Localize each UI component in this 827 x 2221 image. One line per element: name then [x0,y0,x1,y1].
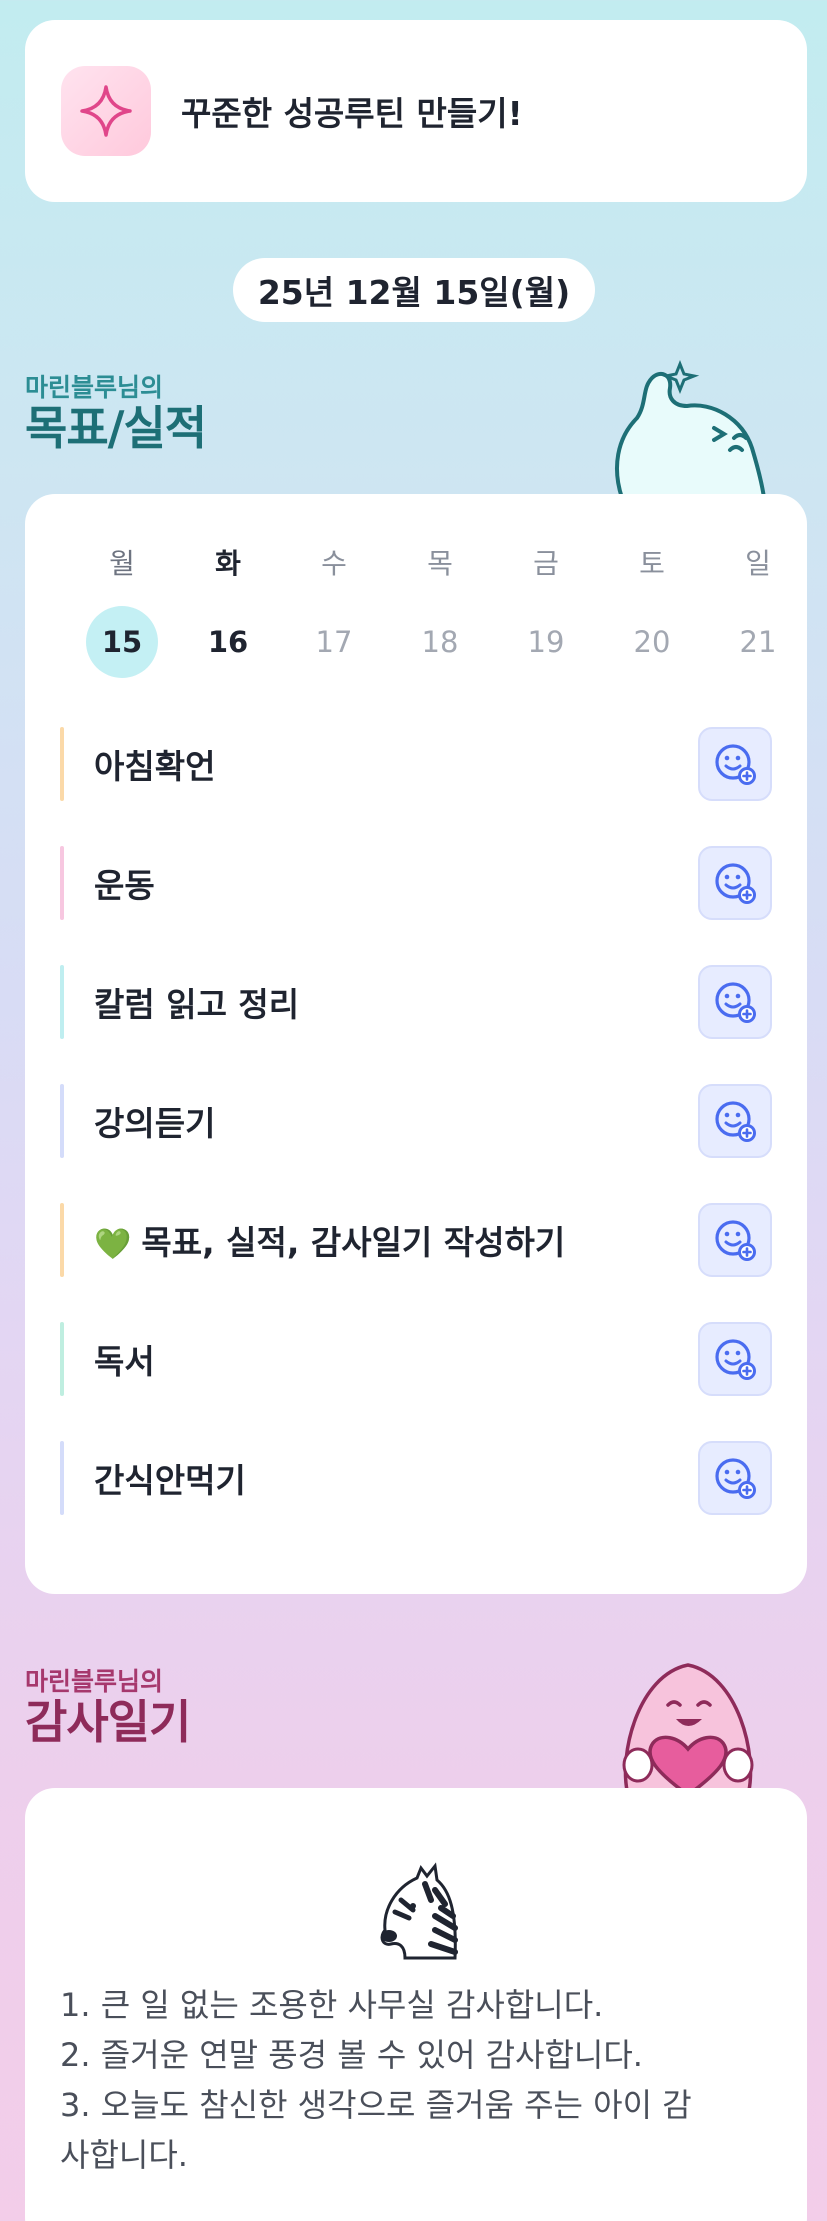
gratitude-card: 1. 큰 일 없는 조용한 사무실 감사합니다. 2. 즐거운 연말 풍경 볼 … [25,1788,807,2221]
gratitude-item: 사합니다. [60,2136,188,2174]
day-number: 16 [207,625,249,659]
mascot-illustration [602,358,772,502]
record-button[interactable] [698,1203,772,1277]
day-label: 일 [745,547,771,580]
day-fri[interactable]: 금 19 [508,544,584,678]
day-label: 토 [639,547,665,580]
smile-add-icon [715,863,756,904]
goal-item[interactable]: 칼럼 읽고 정리 [60,963,772,1041]
day-label: 월 [109,547,135,580]
gratitude-list: 1. 큰 일 없는 조용한 사무실 감사합니다. 2. 즐거운 연말 풍경 볼 … [60,1980,780,2180]
day-wed[interactable]: 수 17 [296,544,372,678]
day-sat[interactable]: 토 20 [614,544,690,678]
gratitude-item: 1. 큰 일 없는 조용한 사무실 감사합니다. [60,1986,604,2024]
goal-item[interactable]: 아침확언 [60,725,772,803]
day-sun[interactable]: 일 21 [720,544,796,678]
goal-item[interactable]: 💚 목표, 실적, 감사일기 작성하기 [60,1201,772,1279]
sparkle-icon [61,66,151,156]
gratitude-section-heading: 마린블루님의 감사일기 [25,1662,191,1749]
goal-color-bar [60,1084,64,1158]
goal-item[interactable]: 강의듣기 [60,1082,772,1160]
goals-section-title: 목표/실적 [25,401,207,455]
record-button[interactable] [698,965,772,1039]
day-number: 20 [633,625,671,659]
goal-label: 강의듣기 [94,1104,216,1143]
record-button[interactable] [698,846,772,920]
day-thu[interactable]: 목 18 [402,544,478,678]
record-button[interactable] [698,1441,772,1515]
gratitude-item: 2. 즐거운 연말 풍경 볼 수 있어 감사합니다. [60,2036,643,2074]
day-number: 15 [86,606,158,678]
smile-add-icon [715,1101,756,1142]
goal-color-bar [60,727,64,801]
day-number: 17 [315,625,353,659]
day-tue[interactable]: 화 16 [190,544,266,678]
goal-label: 칼럼 읽고 정리 [94,985,300,1024]
smile-add-icon [715,744,756,785]
goal-item[interactable]: 간식안먹기 [60,1439,772,1517]
record-button[interactable] [698,727,772,801]
record-button[interactable] [698,1322,772,1396]
day-label: 목 [427,547,453,580]
zebra-icon [365,1860,469,1968]
smile-add-icon [715,982,756,1023]
goal-item[interactable]: 운동 [60,844,772,922]
heart-mascot-illustration [598,1645,778,1799]
routine-banner[interactable]: 꾸준한 성공루틴 만들기! [25,20,807,202]
day-number: 21 [739,625,777,659]
goal-color-bar [60,1322,64,1396]
goal-color-bar [60,1203,64,1277]
goals-section-subtitle: 마린블루님의 [25,373,164,402]
goal-color-bar [60,846,64,920]
smile-add-icon [715,1220,756,1261]
gratitude-section-subtitle: 마린블루님의 [25,1667,164,1696]
day-label: 금 [533,547,559,580]
smile-add-icon [715,1339,756,1380]
green-heart-icon: 💚 [94,1227,132,1262]
routine-banner-title: 꾸준한 성공루틴 만들기! [181,94,523,133]
day-number: 19 [527,625,565,659]
goal-label: 아침확언 [94,747,216,786]
goal-color-bar [60,965,64,1039]
goal-label: 독서 [94,1342,155,1381]
goal-label-text: 목표, 실적, 감사일기 작성하기 [141,1223,566,1262]
goal-color-bar [60,1441,64,1515]
goals-section-heading: 마린블루님의 목표/실적 [25,368,207,455]
goal-label: 운동 [94,866,155,905]
smile-add-icon [715,1458,756,1499]
goal-label: 간식안먹기 [94,1461,246,1500]
goals-card: 월 15 화 16 수 17 목 18 금 19 토 20 일 21 아침확언 [25,494,807,1594]
day-label: 화 [215,547,241,580]
day-number: 18 [421,625,459,659]
date-label[interactable]: 25년 12월 15일(월) [233,258,595,322]
goal-item[interactable]: 독서 [60,1320,772,1398]
day-label: 수 [321,547,347,580]
gratitude-item: 3. 오늘도 참신한 생각으로 즐거움 주는 아이 감 [60,2086,692,2124]
goal-label: 💚 목표, 실적, 감사일기 작성하기 [94,1216,698,1264]
gratitude-section-title: 감사일기 [25,1695,191,1749]
day-mon[interactable]: 월 15 [84,544,160,678]
record-button[interactable] [698,1084,772,1158]
